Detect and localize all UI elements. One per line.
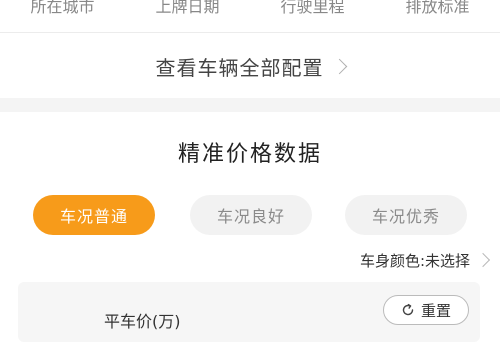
price-card: 平车价(万) 重置 bbox=[18, 282, 480, 342]
pricing-section-title: 精准价格数据 bbox=[177, 142, 322, 167]
spec-registration-date-label: 上牌日期 bbox=[155, 0, 220, 16]
view-all-config-link[interactable]: 查看车辆全部配置 bbox=[0, 34, 500, 98]
spec-emission-standard-label: 排放标准 bbox=[405, 0, 470, 16]
reset-label: 重置 bbox=[420, 301, 451, 320]
body-color-label: 车身颜色:未选择 bbox=[359, 251, 470, 270]
spec-mileage-label: 行驶里程 bbox=[280, 0, 345, 16]
section-separator bbox=[0, 98, 500, 112]
view-all-config-label: 查看车辆全部配置 bbox=[155, 55, 324, 80]
reset-button[interactable]: 重置 bbox=[383, 295, 469, 325]
divider bbox=[0, 32, 500, 33]
chevron-right-icon bbox=[475, 252, 491, 268]
refresh-icon bbox=[402, 303, 414, 316]
condition-good-button[interactable]: 车况良好 bbox=[190, 195, 312, 235]
chevron-right-icon bbox=[331, 58, 347, 74]
condition-normal-button[interactable]: 车况普通 bbox=[33, 195, 155, 235]
body-color-selector[interactable]: 车身颜色:未选择 bbox=[359, 248, 491, 272]
spec-city-label: 所在城市 bbox=[30, 0, 95, 16]
condition-selector: 车况普通 车况良好 车况优秀 bbox=[33, 195, 473, 237]
price-label: 平车价(万) bbox=[104, 312, 181, 331]
vehicle-spec-header: 所在城市 上牌日期 行驶里程 排放标准 bbox=[0, 0, 500, 17]
condition-excellent-button[interactable]: 车况优秀 bbox=[345, 195, 467, 235]
